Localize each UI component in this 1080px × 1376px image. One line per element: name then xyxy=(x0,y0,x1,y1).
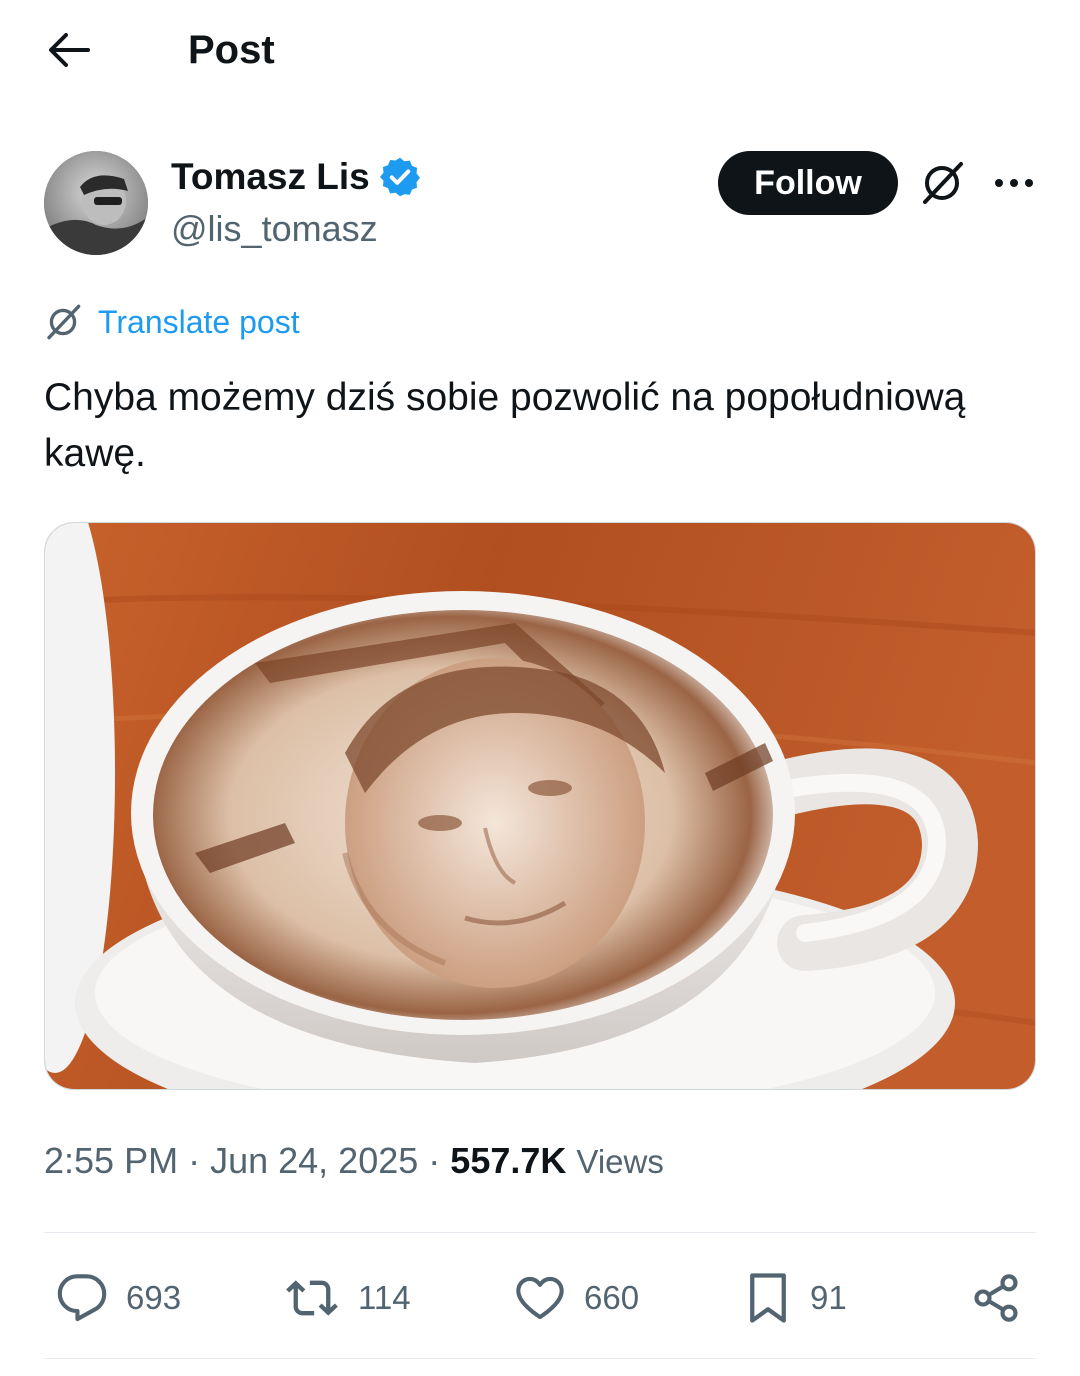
back-arrow-icon xyxy=(49,33,90,67)
tweet-text: Chyba możemy dziś sobie pozwolić na popo… xyxy=(44,376,966,475)
like-button[interactable]: 660 xyxy=(514,1262,639,1334)
reply-icon xyxy=(57,1274,107,1322)
reply-count: 693 xyxy=(126,1279,182,1316)
repost-button[interactable]: 114 xyxy=(284,1262,411,1334)
divider xyxy=(44,1358,1036,1359)
divider xyxy=(44,1232,1036,1233)
avatar-image xyxy=(44,151,148,255)
translate-post-label: Translate post xyxy=(98,304,300,340)
follow-button[interactable]: Follow xyxy=(718,151,898,215)
translate-icon xyxy=(47,304,81,340)
bookmark-button[interactable]: 91 xyxy=(744,1262,847,1334)
post-date: Jun 24, 2025 xyxy=(210,1140,419,1181)
more-options-icon xyxy=(995,179,1033,187)
repost-icon xyxy=(286,1280,338,1316)
author-name-text: Tomasz Lis xyxy=(171,156,370,197)
like-icon xyxy=(516,1276,564,1320)
latte-art-image xyxy=(45,523,1035,1089)
page-title: Post xyxy=(188,28,275,72)
meta-separator: · xyxy=(188,1140,211,1181)
avatar[interactable] xyxy=(44,151,148,255)
grok-icon xyxy=(923,162,963,204)
tweet-image[interactable] xyxy=(44,522,1036,1090)
like-count: 660 xyxy=(584,1279,640,1316)
views-count[interactable]: 557.7K xyxy=(450,1140,566,1181)
author-name[interactable]: Tomasz Lis xyxy=(171,154,422,200)
post-time: 2:55 PM xyxy=(44,1140,179,1181)
translate-post-link[interactable]: Translate post xyxy=(44,300,300,344)
share-icon xyxy=(974,1274,1018,1322)
post-meta: 2:55 PM · Jun 24, 2025 · 557.7K Views xyxy=(44,1136,664,1187)
views-label: Views xyxy=(576,1143,664,1180)
more-options-button[interactable] xyxy=(986,160,1042,206)
grok-button[interactable] xyxy=(914,158,970,208)
share-button[interactable] xyxy=(970,1262,1022,1334)
reply-button[interactable]: 693 xyxy=(56,1262,181,1334)
meta-separator: · xyxy=(428,1140,451,1181)
bookmark-count: 91 xyxy=(810,1279,847,1316)
verified-badge-icon xyxy=(379,157,420,197)
repost-count: 114 xyxy=(358,1279,411,1316)
back-button[interactable] xyxy=(40,26,96,74)
top-bar: Post xyxy=(0,0,1080,100)
bookmark-icon xyxy=(750,1273,786,1323)
action-bar: 693 114 660 91 xyxy=(44,1262,1036,1334)
author-handle[interactable]: @lis_tomasz xyxy=(171,206,378,252)
